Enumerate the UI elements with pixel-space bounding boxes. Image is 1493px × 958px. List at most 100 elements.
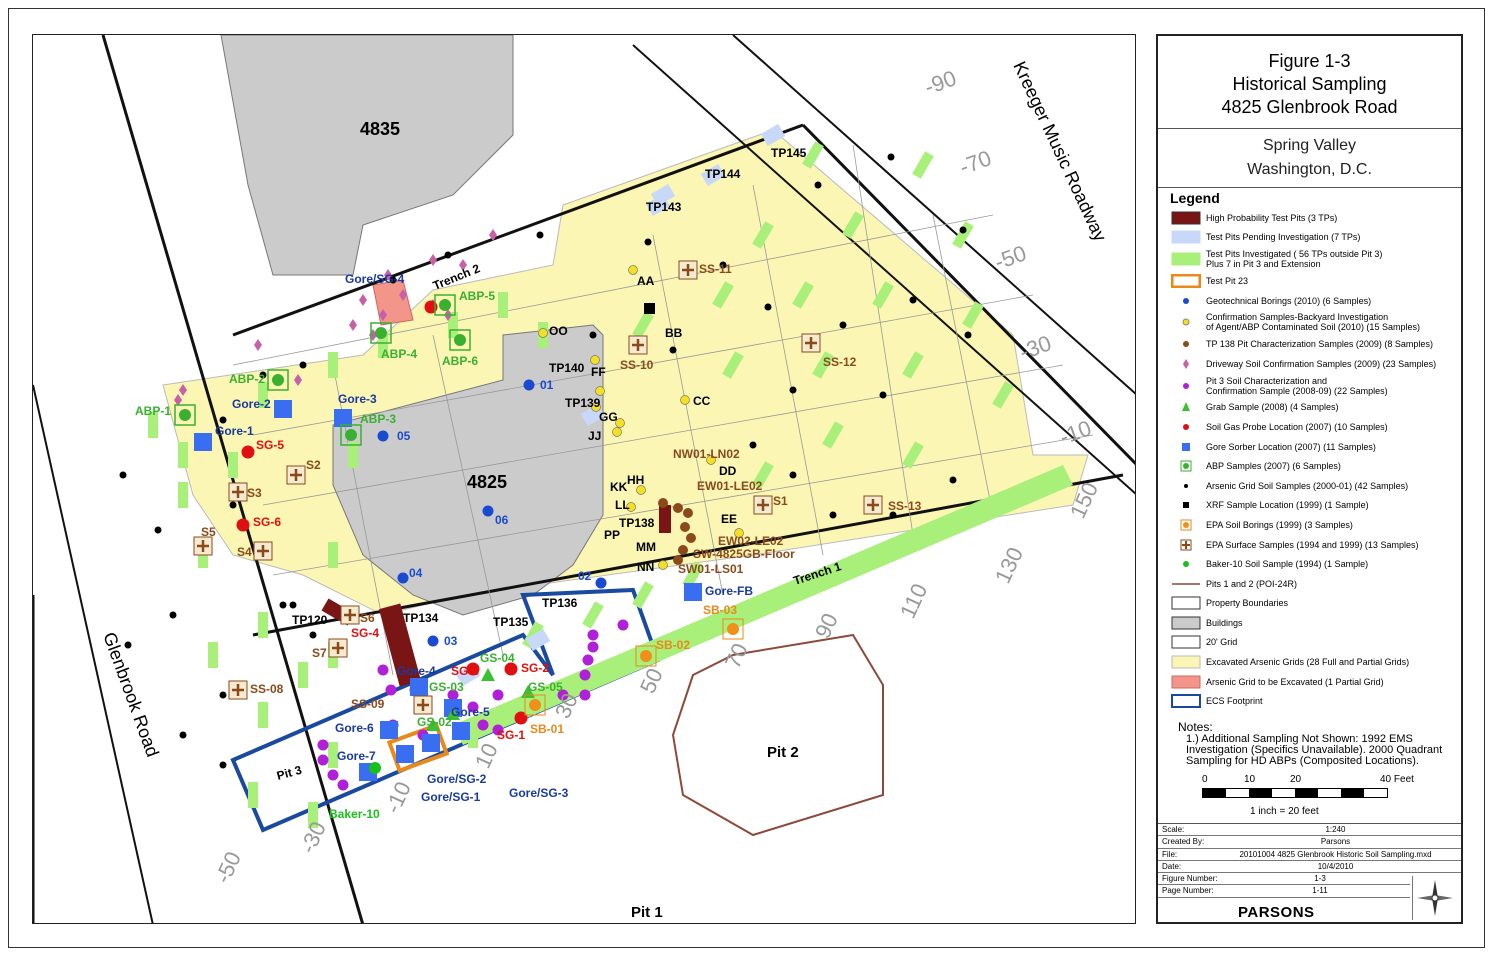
sample-label: 02 [578, 569, 592, 583]
green-dot-icon [1170, 557, 1202, 571]
sample-label: Gore-6 [335, 721, 374, 735]
legend-item-label: 20' Grid [1206, 637, 1238, 648]
legend-item-label: Geotechnical Borings (2010) (6 Samples) [1206, 295, 1372, 306]
legend-item: Soil Gas Probe Location (2007) (10 Sampl… [1170, 417, 1460, 437]
sample-label: S3 [247, 486, 262, 500]
legend-item-label: Excavated Arsenic Grids (28 Full and Par… [1206, 657, 1410, 668]
sample-label: FF [591, 365, 606, 379]
sample-label: Gore-4 [397, 664, 436, 678]
sample-label: S7 [312, 646, 327, 660]
abp-sample [179, 409, 191, 421]
legend-item: Test Pits Investigated ( 56 TPs outside … [1170, 247, 1460, 271]
tp138-sample [686, 533, 696, 543]
meta-key: Created By: [1162, 837, 1205, 847]
pit3-sample [477, 719, 489, 731]
arsenic-grid-point [839, 321, 847, 329]
legend-item-label: Baker-10 Soil Sample (1994) (1 Sample) [1206, 559, 1369, 570]
arsenic-grid-point [669, 346, 677, 354]
sample-label: 01 [540, 378, 554, 392]
test-pit-investigated [912, 151, 934, 179]
sample-label: TP143 [646, 200, 682, 214]
figure-address: 4825 Glenbrook Road [1221, 97, 1398, 117]
sample-label: SS-12 [823, 355, 857, 369]
test-pit-investigated [348, 442, 358, 468]
contour-label: 110 [895, 580, 932, 622]
sample-label: 04 [409, 566, 423, 580]
sample-label: ABP-6 [442, 354, 478, 368]
legend-item: TP 138 Pit Characterization Samples (200… [1170, 334, 1460, 354]
sample-label: LL [615, 498, 630, 512]
arsenic-grid-point [229, 501, 237, 509]
sample-label: SS-13 [888, 499, 922, 513]
test-pit-investigated [498, 292, 508, 318]
sample-label: TP135 [493, 615, 529, 629]
legend-item: Pits 1 and 2 (POI-24R) [1170, 574, 1460, 594]
gore-sorber [194, 433, 212, 451]
test-pit-investigated [208, 642, 218, 668]
sample-label: NN [637, 560, 654, 574]
contour-label: -90 [921, 65, 959, 99]
legend-item: Baker-10 Soil Sample (1994) (1 Sample) [1170, 554, 1460, 574]
meta-key: Scale: [1162, 825, 1185, 834]
north-arrow-icon [1412, 876, 1457, 920]
sample-label: OO [549, 324, 568, 338]
abp-sample [454, 334, 466, 346]
contour-label: -30 [295, 818, 331, 857]
gore-sorber [422, 734, 440, 752]
legend-item: Buildings [1170, 613, 1460, 633]
sample-label: SG-3 [451, 664, 479, 678]
epa-soil-boring [640, 650, 652, 662]
arsenic-grid-point [589, 331, 597, 339]
test-pit-investigated [298, 662, 308, 688]
xrf-sample [644, 303, 655, 314]
sample-label: CC [693, 394, 711, 408]
abp-sample [375, 327, 387, 339]
grey-rect-icon [1170, 616, 1202, 630]
arsenic-grid-point [154, 526, 162, 534]
legend-item-label: Test Pits Pending Investigation (7 TPs) [1206, 232, 1361, 243]
pit-2-outline [671, 633, 884, 837]
sample-label: GS-03 [429, 680, 464, 694]
scale-caption: 1 inch = 20 feet [1250, 806, 1319, 817]
driveway-sample [359, 294, 367, 306]
legend-item-label: EPA Soil Borings (1999) (3 Samples) [1206, 519, 1353, 530]
sample-label: SW-4825GB-Floor [693, 547, 795, 561]
sample-label: TP136 [542, 596, 578, 610]
sample-label: Gore-5 [451, 705, 490, 719]
sample-label: EE [721, 512, 737, 526]
legend-item: Pit 3 Soil Characterization and Confirma… [1170, 374, 1460, 398]
legend-item: EPA Soil Borings (1999) (3 Samples) [1170, 515, 1460, 535]
meta-row: Created By: Parsons [1158, 836, 1461, 849]
gore-sorber [274, 400, 292, 418]
arsenic-grid-point [959, 226, 967, 234]
legend-item-label: Confirmation Samples-Backyard Investigat… [1206, 312, 1420, 333]
arsenic-grid-point [279, 601, 287, 609]
yellow-dot-icon [1170, 315, 1202, 329]
epa-soil-boring [727, 623, 739, 635]
scale-tick: 0 [1202, 774, 1208, 785]
arsenic-grid-point [536, 231, 544, 239]
pit3-sample [327, 769, 339, 781]
meta-row: Page Number: 1-11 [1158, 885, 1410, 898]
legend-item: Confirmation Samples-Backyard Investigat… [1170, 310, 1460, 334]
tp138-sample [658, 498, 668, 508]
arsenic-grid-to-excavate [372, 279, 414, 326]
legend-item-label: Test Pit 23 [1206, 275, 1249, 286]
site-map-canvas: 4835 4825 Kreeger Music Roadway Glenbrook R… [33, 35, 1135, 923]
arsenic-grid-point [644, 238, 652, 246]
sample-label: ABP-1 [135, 404, 171, 418]
meta-key: Date: [1162, 861, 1182, 871]
blue-square-icon [1170, 440, 1202, 454]
salmon-rect-icon [1170, 675, 1202, 689]
legend-item: Arsenic Grid Soil Samples (2000-01) (42 … [1170, 476, 1460, 496]
brown-boxed-cross-icon [1170, 538, 1202, 552]
meta-value: 1:240 [1325, 825, 1346, 834]
test-pit-investigated [248, 782, 258, 808]
test-pit-investigated [952, 221, 974, 249]
pit3-sample [587, 629, 599, 641]
arsenic-grid-point [789, 386, 797, 394]
white-rect-icon [1170, 596, 1202, 610]
legend-item-label: XRF Sample Location (1999) (1 Sample) [1206, 500, 1369, 511]
legend-item-label: Soil Gas Probe Location (2007) (10 Sampl… [1206, 421, 1388, 432]
sample-label: ABP-2 [229, 372, 265, 386]
